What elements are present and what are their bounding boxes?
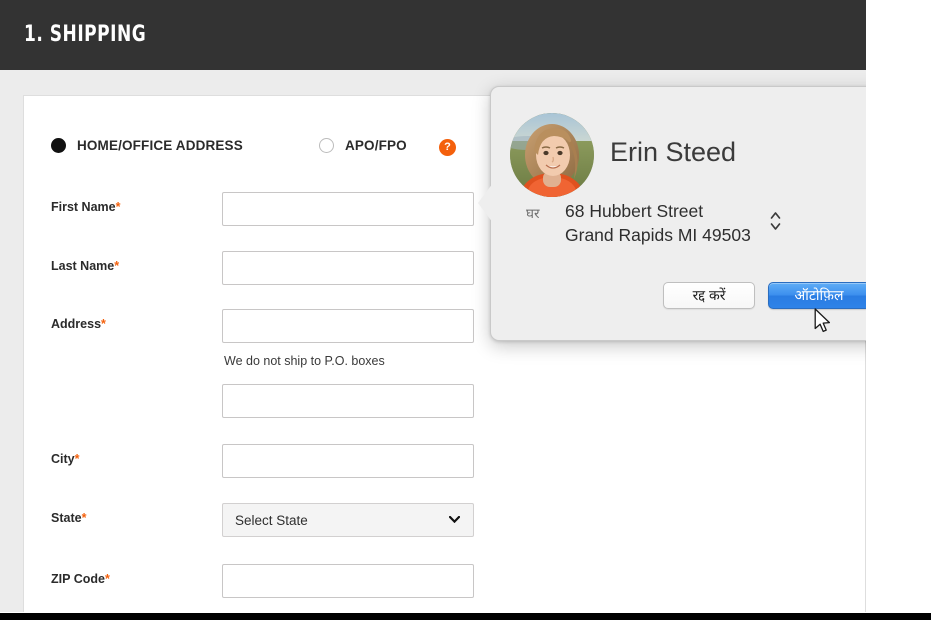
address-line1-input[interactable] (222, 309, 474, 343)
first-name-input[interactable] (222, 192, 474, 226)
label-city: City* (51, 452, 80, 466)
checkout-page: 1. SHIPPING HOME/OFFICE ADDRESS APO/FPO … (0, 0, 866, 612)
up-down-chevron-icon[interactable] (769, 209, 782, 233)
city-input[interactable] (222, 444, 474, 478)
required-marker: * (116, 200, 121, 214)
form-row-address-2 (24, 384, 865, 418)
form-row-state: State* Select State (24, 503, 865, 537)
address-kind-label: घर (526, 204, 540, 222)
label-zip-code: ZIP Code* (51, 572, 110, 586)
required-marker: * (82, 511, 87, 525)
radio-apo-fpo[interactable]: APO/FPO (319, 138, 407, 153)
autofill-button[interactable]: ऑटोफ़िल (768, 282, 866, 309)
form-row-zip: ZIP Code* (24, 564, 865, 598)
state-select[interactable]: Select State (222, 503, 474, 537)
address-line-2: Grand Rapids MI 49503 (565, 223, 751, 247)
radio-label-apo-fpo: APO/FPO (345, 138, 407, 153)
radio-selected-icon (51, 138, 66, 153)
chevron-down-icon (449, 516, 460, 523)
contact-address: 68 Hubbert Street Grand Rapids MI 49503 (565, 199, 751, 247)
page-right-gutter (866, 0, 931, 613)
label-last-name: Last Name* (51, 259, 119, 273)
avatar (510, 113, 594, 197)
state-select-value: Select State (235, 513, 308, 528)
radio-home-office-address[interactable]: HOME/OFFICE ADDRESS (51, 138, 243, 153)
address-line2-input[interactable] (222, 384, 474, 418)
label-first-name: First Name* (51, 200, 120, 214)
required-marker: * (101, 317, 106, 331)
label-state: State* (51, 511, 86, 525)
autofill-popover: Erin Steed घर 68 Hubbert Street Grand Ra… (490, 86, 866, 341)
required-marker: * (105, 572, 110, 586)
required-marker: * (75, 452, 80, 466)
question-mark-icon[interactable]: ? (439, 139, 456, 156)
radio-unselected-icon (319, 138, 334, 153)
cancel-button[interactable]: रद्द करें (663, 282, 755, 309)
contact-name: Erin Steed (610, 137, 736, 168)
required-marker: * (114, 259, 119, 273)
address-helper-text: We do not ship to P.O. boxes (224, 354, 385, 368)
bottom-strip (0, 613, 931, 620)
zip-code-input[interactable] (222, 564, 474, 598)
radio-label-home-office: HOME/OFFICE ADDRESS (77, 138, 243, 153)
label-address: Address* (51, 317, 106, 331)
section-header: 1. SHIPPING (0, 0, 866, 70)
form-row-city: City* (24, 444, 865, 478)
last-name-input[interactable] (222, 251, 474, 285)
address-line-1: 68 Hubbert Street (565, 199, 751, 223)
page-title: 1. SHIPPING (24, 22, 146, 47)
